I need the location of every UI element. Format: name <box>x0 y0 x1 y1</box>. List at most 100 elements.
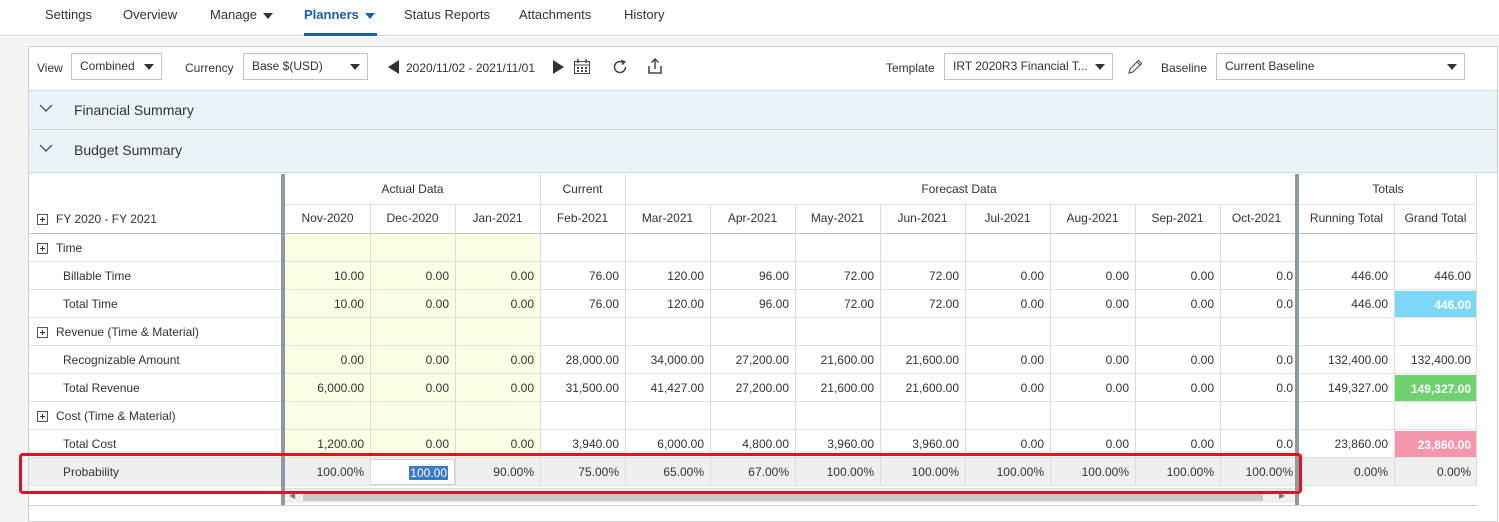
next-period-icon[interactable] <box>551 59 565 75</box>
date-range: 2020/11/02 - 2021/11/01 <box>406 61 535 75</box>
running-total-cell: 0.00% <box>1353 465 1388 479</box>
currency-label: Currency <box>185 61 234 75</box>
template-select[interactable]: IRT 2020R3 Financial T... <box>944 53 1113 80</box>
financial-summary-title: Financial Summary <box>74 102 194 118</box>
value-cell: 0.00 <box>510 353 534 367</box>
tab-manage-label: Manage <box>210 7 257 22</box>
tab-overview[interactable]: Overview <box>123 0 177 36</box>
column-divider <box>1476 174 1477 486</box>
value-cell: 0.00 <box>1020 381 1044 395</box>
value-cell[interactable]: 100.00 <box>370 459 455 485</box>
view-label: View <box>37 61 63 75</box>
tab-planners[interactable]: Planners <box>304 0 377 36</box>
refresh-icon[interactable] <box>611 58 629 76</box>
value-cell[interactable]: 100.00% <box>1050 458 1135 486</box>
currency-select-value: Base $(USD) <box>252 59 323 73</box>
row-divider <box>29 401 1477 402</box>
export-icon[interactable] <box>646 57 664 75</box>
tab-status-reports[interactable]: Status Reports <box>404 0 490 36</box>
total-header: Grand Total <box>1404 211 1467 225</box>
budget-summary-section[interactable]: Budget Summary <box>29 131 1497 173</box>
value-cell: 0.00 <box>425 437 449 451</box>
scrollbar-thumb[interactable] <box>303 491 1263 501</box>
financial-summary-section[interactable]: Financial Summary <box>29 91 1497 130</box>
baseline-select[interactable]: Current Baseline <box>1216 53 1465 80</box>
header-divider <box>540 204 1295 205</box>
value-cell: 34,000.00 <box>650 353 704 367</box>
month-header: Oct-2021 <box>1231 211 1282 225</box>
row-label-text: Recognizable Amount <box>63 353 180 367</box>
planner-panel: View Combined Currency Base $(USD) 2020/… <box>19 46 1498 522</box>
value-cell[interactable]: 65.00% <box>625 458 710 486</box>
tab-manage[interactable]: Manage <box>210 0 273 36</box>
header-bottom-line <box>29 233 1477 234</box>
previous-period-icon[interactable] <box>387 59 401 75</box>
value-cell: 72.00 <box>928 269 959 283</box>
expand-plus-icon[interactable] <box>37 411 48 423</box>
value-cell[interactable]: 67.00% <box>710 458 795 486</box>
grand-total-cell: 446.00 <box>1434 269 1471 283</box>
tab-history[interactable]: History <box>624 0 664 36</box>
expand-plus-icon[interactable] <box>37 214 48 226</box>
value-cell: 6,000.00 <box>317 381 364 395</box>
calendar-icon[interactable] <box>573 58 591 75</box>
totals-column-splitter <box>1295 174 1299 506</box>
value-cell: 76.00 <box>588 269 619 283</box>
value-cell[interactable]: 100.00% <box>880 458 965 486</box>
row-label-text: Time <box>56 241 83 255</box>
chevron-down-icon <box>39 144 53 152</box>
column-divider <box>880 204 881 486</box>
month-header: Apr-2021 <box>727 211 778 225</box>
tab-attachments[interactable]: Attachments <box>519 0 591 36</box>
value-cell: 0.00 <box>425 269 449 283</box>
planner-toolbar: View Combined Currency Base $(USD) 2020/… <box>29 47 1497 91</box>
expand-plus-icon[interactable] <box>37 327 48 339</box>
grand-total-cell: 149,327.00 <box>1394 375 1477 402</box>
value-cell[interactable]: 90.00% <box>455 458 540 486</box>
content-area: View Combined Currency Base $(USD) 2020/… <box>0 37 1499 522</box>
row-group-label[interactable]: Cost (Time & Material) <box>37 402 257 430</box>
row-divider <box>29 345 1477 346</box>
grand-total-cell: 0.00% <box>1436 465 1471 479</box>
value-cell: 0.00 <box>510 269 534 283</box>
expand-plus-icon[interactable] <box>37 243 48 255</box>
value-cell: 0.0 <box>1276 381 1293 395</box>
value-cell: 0.0 <box>1276 437 1293 451</box>
row-group-label[interactable]: Revenue (Time & Material) <box>37 318 257 346</box>
chevron-down-icon <box>262 12 273 19</box>
header-divider <box>285 204 540 205</box>
currency-select[interactable]: Base $(USD) <box>243 53 368 80</box>
grid-bottom-line <box>29 505 1477 506</box>
value-cell: 6,000.00 <box>657 437 704 451</box>
value-cell: 27,200.00 <box>735 381 789 395</box>
template-select-value: IRT 2020R3 Financial T... <box>953 59 1088 73</box>
period-label[interactable]: FY 2020 - FY 2021 <box>37 205 277 233</box>
header-group-totals: Totals <box>1372 182 1404 196</box>
tab-settings[interactable]: Settings <box>45 0 92 36</box>
value-cell[interactable]: 75.00% <box>540 458 625 486</box>
row-label-text: Cost (Time & Material) <box>56 409 176 423</box>
view-select[interactable]: Combined <box>71 53 162 80</box>
row-divider <box>29 429 1477 430</box>
value-cell[interactable]: 100.00% <box>965 458 1050 486</box>
row-divider <box>29 373 1477 374</box>
row-group-label[interactable]: Time <box>37 234 257 262</box>
chevron-down-icon <box>364 12 375 19</box>
value-cell: 0.00 <box>1190 269 1214 283</box>
value-cell[interactable]: 100.00% <box>795 458 880 486</box>
row-divider <box>29 317 1477 318</box>
probability-input-selected-text[interactable]: 100.00 <box>409 466 448 480</box>
total-header: Running Total <box>1309 211 1384 225</box>
value-cell: 0.00 <box>1105 297 1129 311</box>
row-label: Recognizable Amount <box>63 346 283 374</box>
value-cell: 120.00 <box>667 297 704 311</box>
value-cell: 0.00 <box>1190 297 1214 311</box>
value-cell[interactable]: 100.00% <box>1135 458 1220 486</box>
row-divider <box>29 261 1477 262</box>
value-cell: 0.00 <box>1020 353 1044 367</box>
chevron-down-icon <box>144 64 154 70</box>
value-cell: 0.00 <box>425 381 449 395</box>
edit-pencil-icon[interactable] <box>1126 58 1144 76</box>
period-label-text: FY 2020 - FY 2021 <box>56 212 157 226</box>
view-select-value: Combined <box>80 59 135 73</box>
